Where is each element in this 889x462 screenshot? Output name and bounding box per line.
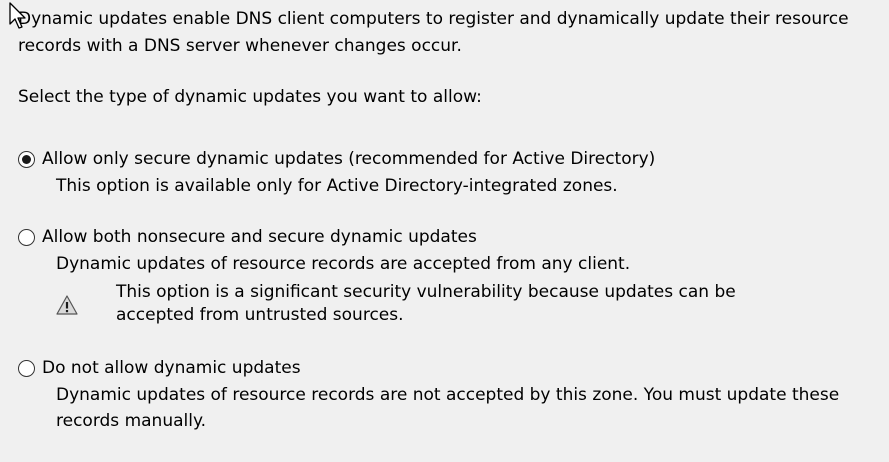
option-nonsecure-and-secure-row[interactable]: Allow both nonsecure and secure dynamic … — [18, 223, 883, 251]
option-nonsecure-and-secure: Allow both nonsecure and secure dynamic … — [18, 223, 883, 327]
option-no-dynamic-updates: Do not allow dynamic updates Dynamic upd… — [18, 354, 883, 434]
option-secure-only: Allow only secure dynamic updates (recom… — [18, 145, 883, 199]
prompt-text: Select the type of dynamic updates you w… — [18, 87, 482, 107]
option-secure-only-row[interactable]: Allow only secure dynamic updates (recom… — [18, 145, 883, 173]
warning-triangle-icon — [56, 281, 116, 327]
dynamic-updates-panel: Dynamic updates enable DNS client comput… — [0, 0, 889, 462]
option-no-dynamic-updates-description: Dynamic updates of resource records are … — [56, 385, 840, 431]
option-no-dynamic-updates-row[interactable]: Do not allow dynamic updates — [18, 354, 883, 382]
option-no-dynamic-updates-label[interactable]: Do not allow dynamic updates — [42, 354, 301, 382]
option-nonsecure-and-secure-label[interactable]: Allow both nonsecure and secure dynamic … — [42, 223, 477, 251]
radio-secure-only[interactable] — [18, 150, 35, 168]
radio-nonsecure-and-secure[interactable] — [18, 228, 35, 246]
mouse-pointer-icon — [9, 2, 27, 35]
option-secure-only-label[interactable]: Allow only secure dynamic updates (recom… — [42, 145, 655, 173]
warning-text: This option is a significant security vu… — [116, 282, 736, 325]
intro-text: Dynamic updates enable DNS client comput… — [18, 9, 849, 56]
option-secure-only-description: This option is available only for Active… — [56, 176, 618, 196]
radio-no-dynamic-updates[interactable] — [18, 359, 35, 377]
option-nonsecure-and-secure-description: Dynamic updates of resource records are … — [56, 254, 631, 274]
security-warning: This option is a significant security vu… — [56, 281, 883, 327]
